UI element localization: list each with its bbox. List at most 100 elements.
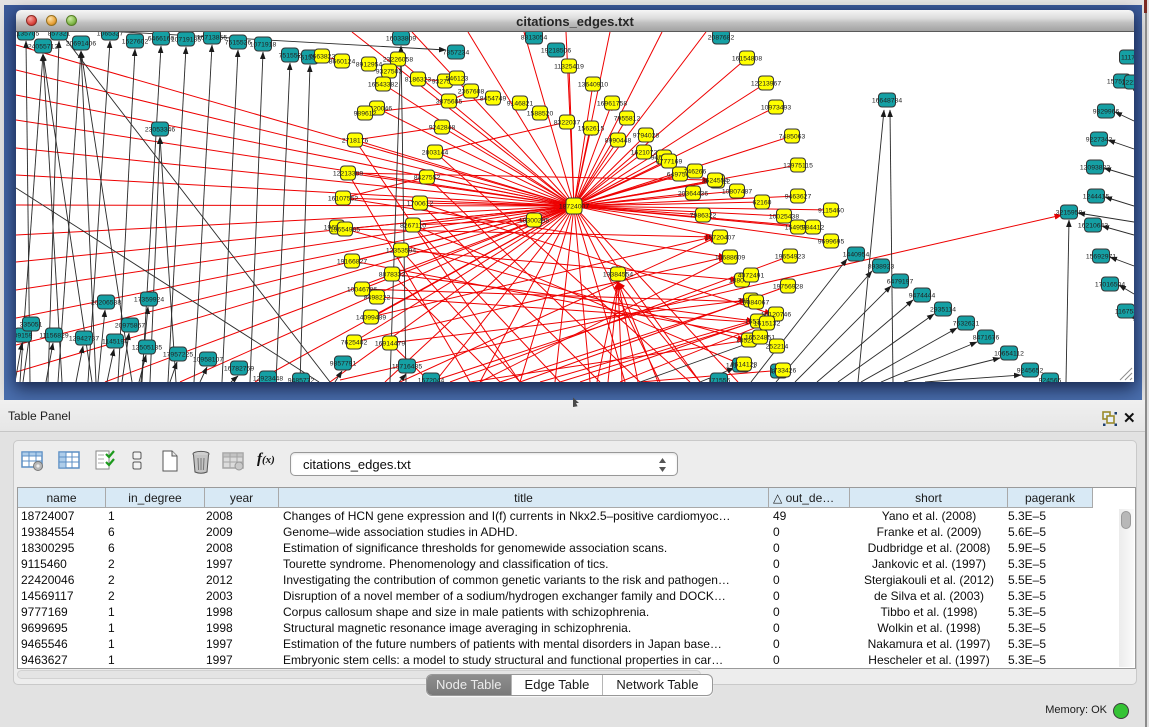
svg-text:20691406: 20691406 xyxy=(66,41,96,48)
svg-text:62160: 62160 xyxy=(753,200,772,207)
svg-text:16543382: 16543382 xyxy=(368,82,398,89)
svg-text:19218506: 19218506 xyxy=(541,48,571,55)
svg-text:17359924: 17359924 xyxy=(134,297,164,304)
svg-text:8614123: 8614123 xyxy=(731,362,758,369)
svg-text:7485063: 7485063 xyxy=(779,134,806,141)
svg-text:12942737: 12942737 xyxy=(69,336,99,343)
svg-text:39159: 39159 xyxy=(16,333,33,340)
svg-text:16033809: 16033809 xyxy=(386,36,416,43)
svg-text:9327503: 9327503 xyxy=(376,69,403,76)
svg-text:546123: 546123 xyxy=(446,76,469,83)
svg-text:17016504: 17016504 xyxy=(1095,282,1125,289)
svg-text:8322037: 8322037 xyxy=(554,120,581,127)
svg-text:9777169: 9777169 xyxy=(656,159,683,166)
svg-text:9329966: 9329966 xyxy=(1093,109,1120,116)
svg-text:15720407: 15720407 xyxy=(705,235,735,242)
svg-text:16782759: 16782759 xyxy=(224,366,254,373)
svg-text:18300295: 18300295 xyxy=(519,218,549,225)
svg-text:23226058: 23226058 xyxy=(383,57,413,64)
svg-text:116753: 116753 xyxy=(1115,309,1134,316)
svg-text:12213389: 12213389 xyxy=(333,171,363,178)
svg-text:9146821: 9146821 xyxy=(507,101,534,108)
svg-text:7632621: 7632621 xyxy=(953,321,980,328)
svg-text:8660124: 8660124 xyxy=(329,59,356,66)
svg-text:16107552: 16107552 xyxy=(328,196,358,203)
svg-text:15692971: 15692971 xyxy=(1086,254,1116,261)
svg-text:11156829: 11156829 xyxy=(39,333,68,340)
svg-text:9474444: 9474444 xyxy=(909,293,936,300)
svg-text:335051: 335051 xyxy=(20,322,43,329)
svg-text:10688609: 10688609 xyxy=(715,255,745,262)
svg-text:2135705: 2135705 xyxy=(16,32,39,38)
svg-text:17957225: 17957225 xyxy=(163,352,193,359)
svg-text:12923448: 12923448 xyxy=(253,376,283,383)
svg-text:8938923: 8938923 xyxy=(868,264,895,271)
svg-text:1117: 1117 xyxy=(1121,55,1134,62)
svg-text:171556: 171556 xyxy=(708,378,731,383)
svg-text:14099489: 14099489 xyxy=(356,315,386,322)
svg-text:8878332: 8878332 xyxy=(379,272,406,279)
svg-text:16713855: 16713855 xyxy=(197,35,227,42)
svg-text:8912954: 8912954 xyxy=(356,62,383,69)
svg-text:3875685: 3875685 xyxy=(436,99,463,106)
svg-text:19384554: 19384554 xyxy=(603,272,633,279)
svg-text:984412: 984412 xyxy=(802,225,825,232)
svg-text:16961758: 16961758 xyxy=(597,101,627,108)
svg-text:3624554: 3624554 xyxy=(702,178,729,185)
svg-text:9485772: 9485772 xyxy=(288,378,315,383)
svg-text:10973493: 10973493 xyxy=(761,105,791,112)
svg-text:1700612: 1700612 xyxy=(407,201,434,208)
svg-text:1615132: 1615132 xyxy=(754,321,781,328)
svg-text:1733426: 1733426 xyxy=(770,368,797,375)
svg-text:8813054: 8813054 xyxy=(521,35,548,42)
svg-text:989612: 989612 xyxy=(354,111,377,118)
svg-text:1145194: 1145194 xyxy=(102,339,128,346)
svg-text:8454749: 8454749 xyxy=(480,96,507,103)
svg-text:10958107: 10958107 xyxy=(193,357,223,364)
svg-text:9227342: 9227342 xyxy=(1086,137,1113,144)
svg-text:24055712: 24055712 xyxy=(28,44,58,51)
svg-text:1244415: 1244415 xyxy=(1083,194,1110,201)
svg-text:16648784: 16648784 xyxy=(872,98,902,105)
svg-text:8498222: 8498222 xyxy=(364,295,391,302)
svg-text:8471676: 8471676 xyxy=(973,335,1000,342)
svg-text:20206538: 20206538 xyxy=(91,300,121,307)
svg-text:7986322: 7986322 xyxy=(690,213,717,220)
svg-text:15716485: 15716485 xyxy=(392,364,422,371)
svg-text:924565: 924565 xyxy=(1039,378,1062,383)
svg-text:2087682: 2087682 xyxy=(708,35,735,42)
svg-text:1440954: 1440954 xyxy=(843,252,870,259)
svg-text:19654923: 19654923 xyxy=(775,254,805,261)
svg-text:9115460: 9115460 xyxy=(818,208,844,215)
svg-text:12213967: 12213967 xyxy=(751,81,781,88)
svg-text:10654112: 10654112 xyxy=(994,351,1024,358)
svg-text:16210643: 16210643 xyxy=(1078,223,1108,230)
svg-text:1562615: 1562615 xyxy=(578,126,605,133)
svg-text:746266: 746266 xyxy=(684,169,707,176)
svg-text:23053346: 23053346 xyxy=(145,127,175,134)
svg-text:4072491: 4072491 xyxy=(738,273,765,280)
svg-text:7625402: 7625402 xyxy=(341,340,368,347)
svg-text:9699695: 9699695 xyxy=(818,239,845,246)
svg-text:8267110: 8267110 xyxy=(400,223,426,230)
svg-text:19166827: 19166827 xyxy=(337,259,367,266)
svg-text:19654985: 19654985 xyxy=(330,227,360,234)
svg-text:1065327: 1065327 xyxy=(97,32,124,38)
svg-text:8427552: 8427552 xyxy=(414,175,441,182)
svg-text:2367608: 2367608 xyxy=(458,89,485,96)
svg-text:13640910: 13640910 xyxy=(578,82,608,89)
svg-text:16914479: 16914479 xyxy=(375,341,405,348)
svg-text:12505135: 12505135 xyxy=(132,345,162,352)
svg-text:7955812: 7955812 xyxy=(614,116,641,123)
svg-text:12353594: 12353594 xyxy=(386,248,416,255)
svg-text:857321: 857321 xyxy=(48,32,71,38)
svg-text:20364436: 20364436 xyxy=(678,191,708,198)
svg-text:3215958: 3215958 xyxy=(1056,210,1083,217)
svg-text:2803144: 2803144 xyxy=(422,150,449,157)
svg-text:11325419: 11325419 xyxy=(554,64,584,71)
svg-text:16154808: 16154808 xyxy=(732,56,762,63)
svg-text:1572044: 1572044 xyxy=(418,378,445,383)
svg-text:8990448: 8990448 xyxy=(605,138,632,145)
svg-text:10025438: 10025438 xyxy=(769,214,799,221)
svg-text:12975115: 12975115 xyxy=(783,163,813,170)
